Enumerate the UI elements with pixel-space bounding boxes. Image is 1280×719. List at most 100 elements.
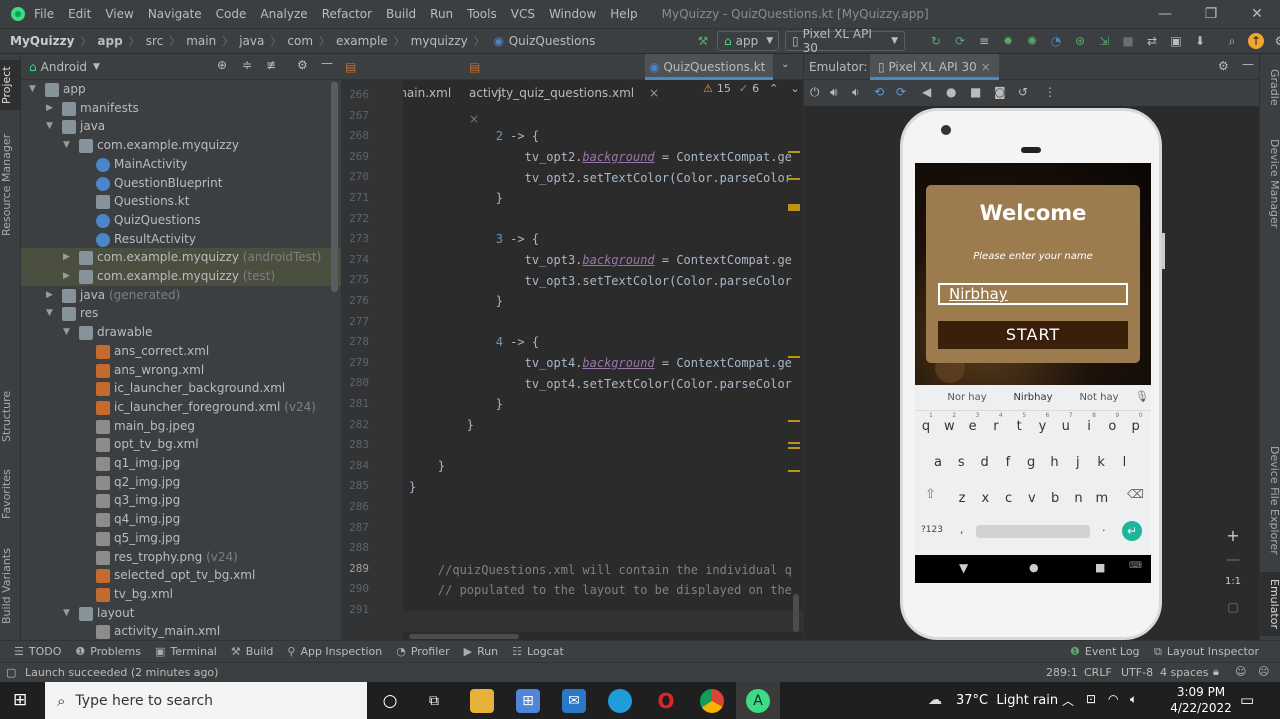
key-y[interactable]: y	[1036, 419, 1050, 434]
chrome-icon[interactable]	[700, 689, 724, 713]
key-o[interactable]: o	[1105, 419, 1119, 434]
chevron-down-icon[interactable]: ▼	[46, 304, 56, 323]
tree-item[interactable]: ▶ manifests	[21, 99, 341, 118]
mail-icon[interactable]: ✉	[562, 689, 586, 713]
nav-home-icon[interactable]: ●	[1029, 561, 1039, 574]
tree-item[interactable]: activity_main.xml	[21, 622, 341, 640]
key-k[interactable]: k	[1094, 455, 1108, 470]
key-m[interactable]: m	[1095, 491, 1109, 506]
breadcrumb-file[interactable]: QuizQuestions	[509, 34, 596, 48]
key-d[interactable]: d	[978, 455, 992, 470]
tree-item[interactable]: ResultActivity	[21, 230, 341, 249]
status-message[interactable]: Launch succeeded (2 minutes ago)	[25, 666, 218, 679]
breadcrumb-main[interactable]: main	[186, 34, 216, 48]
indent-setting[interactable]: 4 spaces	[1160, 666, 1209, 679]
comma-key[interactable]: ,	[960, 523, 964, 536]
volume-icon[interactable]: 🔈︎	[1130, 692, 1137, 707]
home-icon[interactable]: ●	[946, 85, 956, 99]
volume-up-icon[interactable]: 🔊︎	[830, 85, 838, 100]
sort-icon[interactable]: ≡	[976, 33, 992, 49]
sync-gradle-icon[interactable]: ⇄	[1144, 33, 1160, 49]
close-tab-icon[interactable]: ×	[981, 60, 991, 74]
menu-refactor[interactable]: Refactor	[322, 7, 372, 21]
tab-device-manager[interactable]: Device Manager	[1260, 134, 1280, 234]
collapse-all-icon[interactable]: ≑	[242, 58, 252, 72]
tab-todo[interactable]: ☰ TODO	[14, 645, 61, 658]
tree-item[interactable]: ans_correct.xml	[21, 342, 341, 361]
feedback-icon[interactable]: ☹	[1258, 665, 1269, 678]
name-input[interactable]: Nirbhay	[938, 283, 1128, 305]
key-v[interactable]: v	[1025, 491, 1039, 506]
hide-icon[interactable]: —	[321, 56, 333, 70]
tree-item[interactable]: ic_launcher_foreground.xml (v24)	[21, 398, 341, 417]
tree-item[interactable]: q5_img.jpg	[21, 529, 341, 548]
tree-item[interactable]: ▶ com.example.myquizzy (androidTest)	[21, 248, 341, 268]
tree-item[interactable]: ▼ java	[21, 117, 341, 136]
search-icon[interactable]: ⌕	[1224, 33, 1240, 49]
tree-item[interactable]: ▼ com.example.myquizzy	[21, 136, 341, 155]
line-separator[interactable]: CRLF	[1084, 666, 1112, 679]
menu-analyze[interactable]: Analyze	[260, 7, 307, 21]
camera-icon[interactable]: ◙	[994, 85, 1006, 99]
microphone-icon[interactable]: 🎙︎	[1135, 390, 1149, 403]
chevron-down-icon[interactable]: ▼	[29, 80, 39, 99]
tab-run[interactable]: ▶ Run	[464, 645, 499, 658]
power-icon[interactable]: ⏻	[810, 85, 820, 100]
tree-scrollbar[interactable]	[331, 82, 338, 292]
gear-icon[interactable]: ⚙	[297, 58, 308, 72]
expand-all-icon[interactable]: ≢	[266, 58, 276, 72]
key-p[interactable]: p	[1129, 419, 1143, 434]
breadcrumb-example[interactable]: example	[336, 34, 388, 48]
key-a[interactable]: a	[931, 455, 945, 470]
key-b[interactable]: b	[1048, 491, 1062, 506]
debug-icon[interactable]: ✹	[1000, 33, 1016, 49]
tab-gradle[interactable]: Gradle	[1260, 62, 1280, 112]
chevron-down-icon[interactable]: ▼	[63, 323, 73, 342]
tree-item[interactable]: ic_launcher_background.xml	[21, 379, 341, 398]
overview-icon[interactable]: ■	[970, 85, 981, 99]
menu-code[interactable]: Code	[216, 7, 247, 21]
vertical-scrollbar[interactable]	[793, 594, 799, 632]
suggestion[interactable]: Nirbhay	[1001, 392, 1065, 403]
keyboard-switch-icon[interactable]: ⌨	[1129, 561, 1142, 571]
tab-device-file-explorer[interactable]: Device File Explorer	[1260, 442, 1280, 558]
key-q[interactable]: q	[919, 419, 933, 434]
zoom-out-icon[interactable]: —	[1222, 552, 1244, 568]
tab-build[interactable]: ⚒ Build	[231, 645, 274, 658]
period-key[interactable]: .	[1102, 521, 1106, 534]
nav-recents-icon[interactable]: ■	[1095, 561, 1105, 574]
coverage-icon[interactable]: ⊛	[1072, 33, 1088, 49]
zoom-in-icon[interactable]: +	[1222, 526, 1244, 545]
restore-icon[interactable]: ❐	[1188, 0, 1234, 28]
breadcrumb-java[interactable]: java	[239, 34, 264, 48]
next-highlight-icon[interactable]: ⌄	[790, 82, 799, 95]
menu-navigate[interactable]: Navigate	[148, 7, 202, 21]
tree-item[interactable]: ▶ com.example.myquizzy (test)	[21, 267, 341, 286]
weather-text[interactable]: 37°C Light rain	[956, 693, 1058, 708]
breadcrumb-package[interactable]: myquizzy	[411, 34, 468, 48]
attach-debugger-icon[interactable]: ✺	[1024, 33, 1040, 49]
key-i[interactable]: i	[1082, 419, 1096, 434]
menu-vcs[interactable]: VCS	[511, 7, 535, 21]
locate-icon[interactable]: ⊕	[217, 58, 227, 72]
warning-marker[interactable]	[788, 420, 800, 422]
network-icon[interactable]: ⊡	[1086, 692, 1096, 706]
tree-item[interactable]: QuestionBlueprint	[21, 174, 341, 193]
tab-resource-manager[interactable]: Resource Manager	[0, 130, 21, 240]
back-icon[interactable]: ◀	[922, 85, 931, 99]
tab-app-inspection[interactable]: ⚲ App Inspection	[287, 645, 382, 658]
tree-item[interactable]: main_bg.jpeg	[21, 417, 341, 436]
shift-icon[interactable]: ⇧	[925, 487, 936, 502]
tab-emulator[interactable]: Emulator	[1260, 572, 1280, 636]
close-tab-icon[interactable]: ×	[649, 86, 659, 100]
prev-highlight-icon[interactable]: ⌃	[769, 82, 778, 95]
tab-activity-main[interactable]: ▤ activity_main.xml ×	[341, 54, 454, 126]
suggestion[interactable]: Not hay	[1067, 392, 1131, 403]
tree-item[interactable]: ▼ res	[21, 304, 341, 323]
chevron-down-icon[interactable]: ▼	[93, 62, 100, 72]
tab-problems[interactable]: ❶ Problems	[75, 645, 141, 658]
hide-icon[interactable]: —	[1242, 57, 1254, 71]
tabs-dropdown-icon[interactable]: ⌄	[781, 59, 789, 70]
tree-item[interactable]: ▼ drawable	[21, 323, 341, 342]
tree-item[interactable]: selected_opt_tv_bg.xml	[21, 566, 341, 585]
